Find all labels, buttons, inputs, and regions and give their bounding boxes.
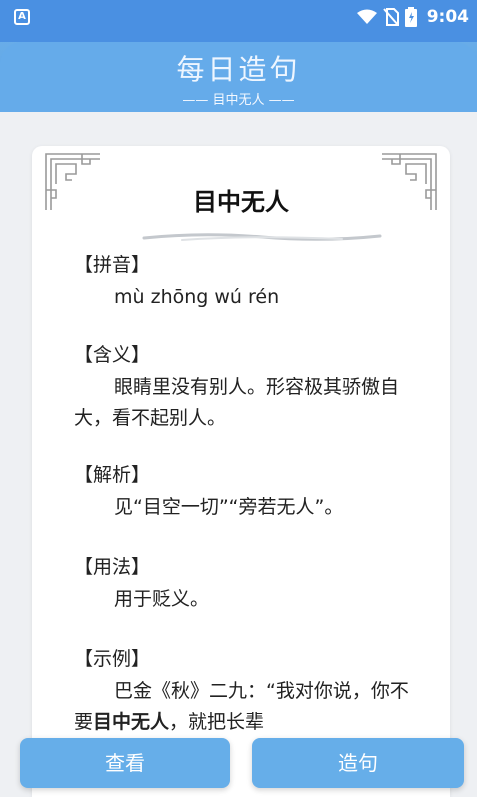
no-sim-icon	[382, 8, 399, 26]
meaning-text: 眼睛里没有别人。形容极其骄傲自大，看不起别人。	[74, 376, 400, 429]
battery-icon	[404, 7, 417, 27]
header: 每日造句 —— 目中无人 ——	[0, 34, 477, 112]
wifi-icon	[356, 9, 377, 24]
make-sentence-button[interactable]: 造句	[252, 738, 464, 788]
analysis-text: 见“目空一切”“旁若无人”。	[114, 496, 344, 518]
usage-label: 【用法】	[74, 556, 151, 578]
analysis-label: 【解析】	[74, 464, 151, 486]
meaning-label: 【含义】	[74, 344, 151, 366]
idiom-card: 目中无人 【拼音】 mù zhōng wú rén 【含义】 眼睛里没有别人。形…	[32, 146, 450, 797]
example-label: 【示例】	[74, 648, 151, 670]
example-highlight: 目中无人	[93, 711, 170, 733]
pinyin-text: mù zhōng wú rén	[114, 286, 280, 308]
status-bar: A 9:04	[0, 0, 477, 34]
page-subtitle: —— 目中无人 ——	[182, 93, 295, 108]
example-text: 巴金《秋》二九：“我对你说，你不要目中无人，就把长辈	[74, 676, 410, 738]
usage-text: 用于贬义。	[114, 588, 210, 610]
app-notification-icon: A	[14, 9, 30, 25]
clock: 9:04	[426, 7, 469, 27]
header-top-strip	[0, 34, 477, 42]
example-text-after: ，就把长辈	[169, 711, 265, 733]
pinyin-label: 【拼音】	[74, 254, 151, 276]
idiom-title: 目中无人	[193, 188, 289, 216]
brush-divider-icon	[142, 233, 382, 241]
view-button[interactable]: 查看	[20, 738, 230, 788]
status-icons: 9:04	[356, 0, 469, 34]
page-title: 每日造句	[176, 53, 301, 86]
